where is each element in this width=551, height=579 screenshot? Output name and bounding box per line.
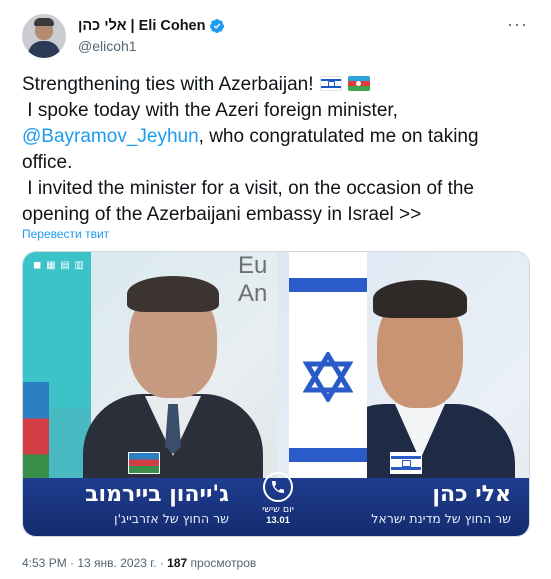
azerbaijan-backdrop-flag [23, 382, 49, 492]
call-day: יום שישי [262, 504, 294, 515]
israel-backdrop-flag [289, 252, 367, 492]
views-label: просмотров [190, 556, 257, 570]
flag-israel-icon [319, 76, 342, 91]
translate-tweet-link[interactable]: Перевести твит [22, 227, 109, 241]
meta-separator-2: · [156, 556, 168, 570]
tweet-line-4: office. [22, 152, 73, 173]
meta-separator: · [66, 556, 78, 570]
avatar-body [28, 41, 60, 58]
right-caption-name: אלי כהן [432, 482, 511, 507]
israel-mini-flag [390, 452, 422, 474]
call-badge: יום שישי 13.01 [250, 472, 306, 526]
name-row: אלי כהן | Eli Cohen [78, 17, 225, 35]
avatar[interactable] [22, 14, 66, 58]
azerbaijan-mini-flag [128, 452, 160, 474]
flag-azerbaijan-icon [347, 76, 370, 91]
tweet-line-3: @Bayramov_Jeyhun, who congratulated me o… [22, 124, 537, 150]
author-display-name[interactable]: אלי כהן | Eli Cohen [78, 18, 205, 34]
tweet-meta: 4:53 PM · 13 янв. 2023 г. · 187 просмотр… [22, 556, 256, 570]
star-of-david-icon [303, 352, 353, 402]
tweet-text: Strengthening ties with Azerbaijan! I sp… [22, 72, 537, 228]
tweet-line-2: I spoke today with the Azeri foreign min… [22, 100, 398, 121]
tweet-date[interactable]: 13 янв. 2023 г. [77, 556, 156, 570]
tweet-time[interactable]: 4:53 PM [22, 556, 67, 570]
author-names: אלי כהן | Eli Cohen @elicoh1 [78, 17, 225, 54]
tweet-header: אלי כהן | Eli Cohen @elicoh1 ··· [22, 14, 532, 58]
tweet-line-3-text: , who congratulated me on taking [198, 126, 479, 147]
more-options-icon[interactable]: ··· [507, 15, 528, 33]
left-caption-name: ג'ייהון ביירמוב [85, 482, 229, 507]
call-date: 13.01 [266, 515, 290, 526]
right-caption-title: שר החוץ של מדינת ישראל [371, 511, 511, 526]
phone-icon [263, 472, 293, 502]
left-caption-title: שר החוץ של אזרבייג'ן [114, 511, 229, 526]
backdrop-logo: ◼ ▦ ▤ ▥ [33, 260, 85, 271]
verified-badge-icon [210, 19, 225, 33]
azeri-minister-figure [83, 264, 263, 494]
tweet-line-1-text: Strengthening ties with Azerbaijan! [22, 74, 314, 95]
tweet-media-image[interactable]: ◼ ▦ ▤ ▥ Eu An ג'ייהון ביירמוב שר החוץ של… [22, 251, 530, 537]
author-handle[interactable]: @elicoh1 [78, 38, 225, 54]
tweet-line-1: Strengthening ties with Azerbaijan! [22, 72, 537, 98]
mention-link[interactable]: @Bayramov_Jeyhun [22, 126, 199, 147]
views-count: 187 [167, 556, 188, 570]
backdrop-wall-text: Eu An [238, 252, 268, 307]
tweet-line-5: I invited the minister for a visit, on t… [22, 178, 475, 199]
tweet-line-6: opening of the Azerbaijani embassy in Is… [22, 204, 422, 225]
caption-bar: ג'ייהון ביירמוב שר החוץ של אזרבייג'ן אלי… [23, 472, 529, 536]
avatar-hair [34, 18, 54, 26]
